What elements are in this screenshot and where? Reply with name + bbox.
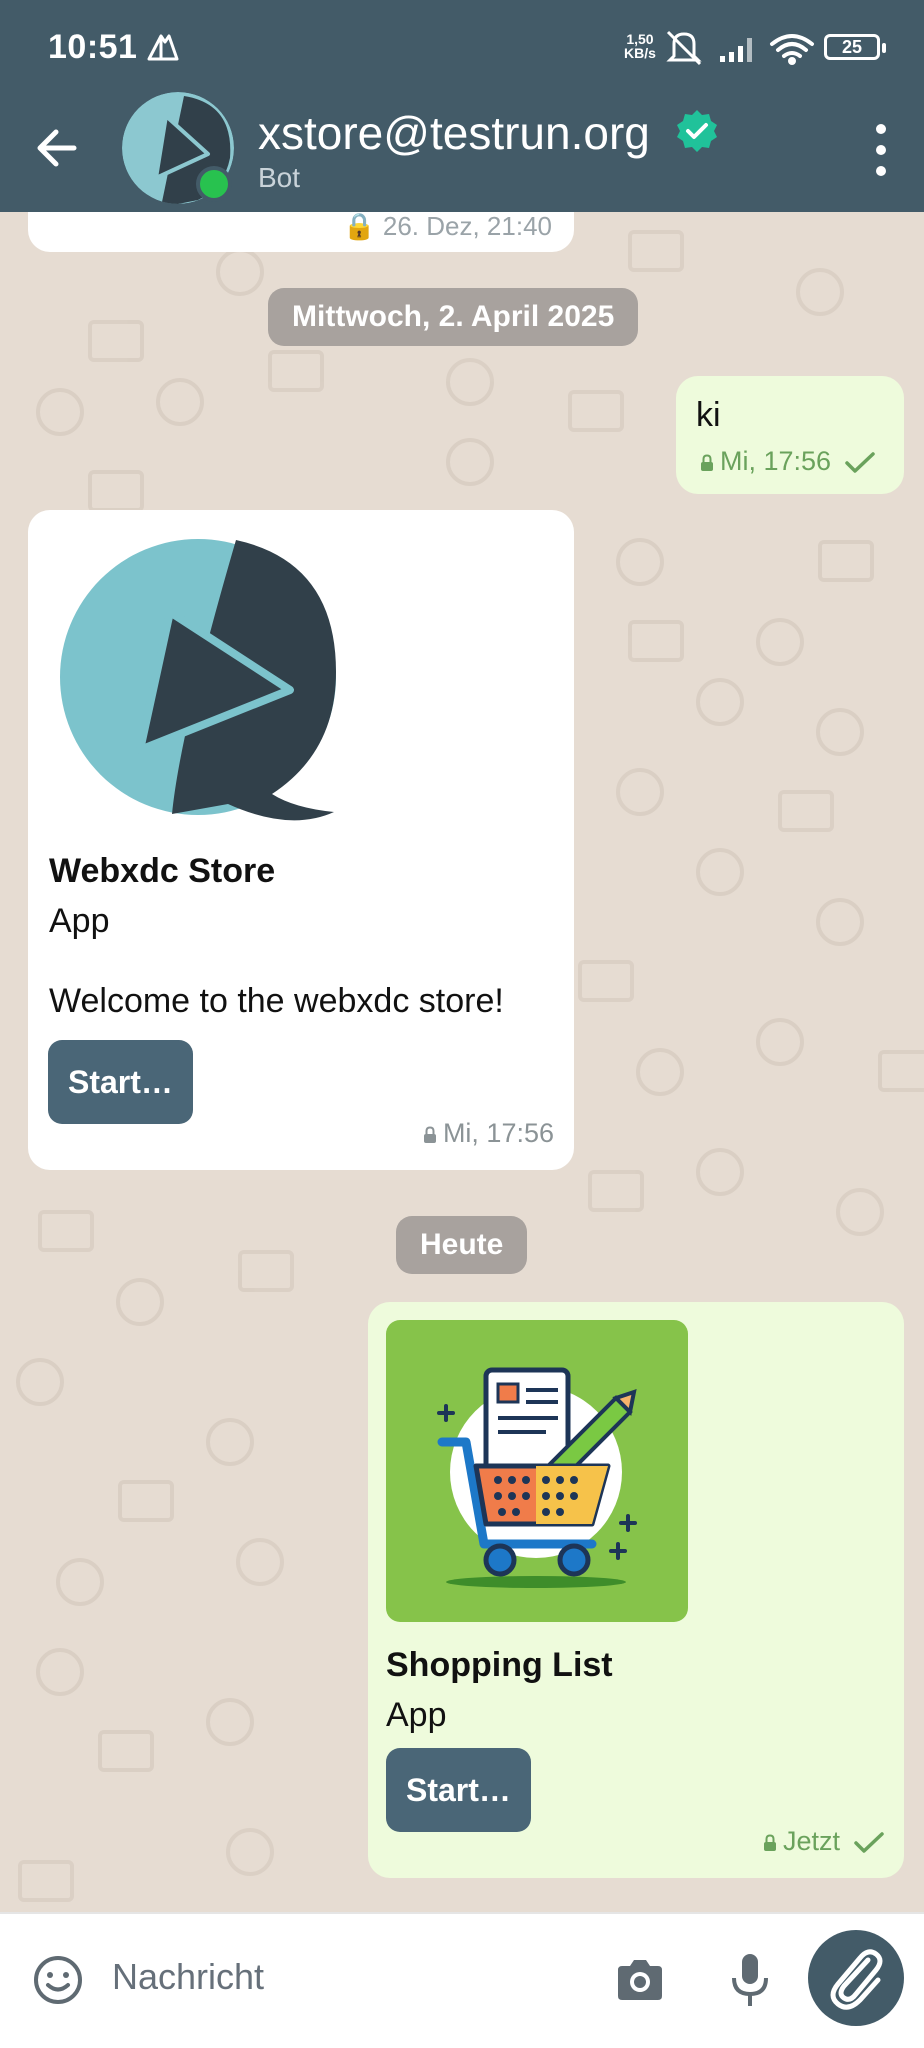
message-text: ki [696, 396, 721, 434]
previous-message-bubble[interactable]: 🔒 26. Dez, 21:40 [28, 212, 574, 252]
mute-icon [666, 30, 702, 66]
battery-icon: 25 [824, 34, 886, 60]
clock: 10:51 [48, 28, 138, 66]
webxdc-store-logo [60, 539, 336, 821]
card-subtitle: App [386, 1696, 447, 1734]
lock-icon [423, 1126, 436, 1143]
attach-button[interactable] [808, 1930, 904, 2026]
message-meta: Jetzt [763, 1826, 884, 1857]
message-meta: Mi, 17:56 [423, 1118, 554, 1149]
incoming-app-card[interactable]: Webxdc Store App Welcome to the webxdc s… [28, 510, 574, 1170]
card-title: Webxdc Store [49, 852, 276, 890]
wifi-icon [770, 34, 814, 65]
shopping-list-app-icon [386, 1320, 688, 1622]
network-speed: 1,50 KB/s [624, 32, 656, 60]
shopping-cart-icon [437, 1367, 637, 1588]
back-arrow-icon[interactable] [30, 120, 86, 176]
message-time: Mi, 17:56 [442, 1118, 554, 1148]
chat-subtitle: Bot [258, 162, 301, 193]
lock-icon [763, 1834, 776, 1851]
checkmark-icon [845, 452, 875, 473]
top-bar: 10:51 1,50 KB/s 25 xstore@testrun.org Bo… [0, 0, 924, 212]
speed-value: 1,50 [626, 31, 654, 47]
message-meta: 🔒 26. Dez, 21:40 [343, 212, 552, 241]
start-app-button[interactable]: Start… [48, 1040, 193, 1124]
start-app-button[interactable]: Start… [386, 1748, 531, 1832]
checkmark-icon [854, 1832, 884, 1853]
message-list[interactable]: 🔒 26. Dez, 21:40 Mittwoch, 2. April 2025… [0, 212, 924, 1912]
signal-icon [720, 38, 752, 62]
message-time: Mi, 17:56 [720, 446, 832, 476]
status-bar: 10:51 1,50 KB/s 25 [0, 0, 924, 92]
chat-title[interactable]: xstore@testrun.org [258, 106, 650, 160]
message-input[interactable]: Nachricht [112, 1956, 264, 1998]
microphone-icon[interactable] [730, 1952, 770, 2008]
speed-unit: KB/s [624, 45, 656, 61]
message-meta: Mi, 17:56 [700, 446, 875, 477]
emoji-icon[interactable] [32, 1954, 84, 2006]
card-title: Shopping List [386, 1646, 613, 1684]
online-indicator [196, 166, 232, 202]
message-text: Welcome to the webxdc store! [49, 982, 504, 1020]
date-separator: Mittwoch, 2. April 2025 [268, 288, 639, 346]
outgoing-app-card[interactable]: Shopping List App Start… Jetzt [368, 1302, 904, 1878]
date-separator: Heute [396, 1216, 528, 1274]
message-composer: Nachricht [0, 1912, 924, 2048]
lock-icon [701, 454, 713, 471]
app-bar: xstore@testrun.org Bot [0, 92, 924, 212]
more-vert-icon[interactable] [866, 120, 896, 180]
camera-icon[interactable] [614, 1956, 666, 2004]
verified-badge-icon [677, 110, 717, 152]
message-time: Jetzt [782, 1826, 840, 1856]
mountain-icon [147, 34, 179, 61]
card-subtitle: App [49, 902, 110, 940]
paperclip-icon [830, 1949, 883, 2010]
outgoing-message-bubble[interactable]: ki Mi, 17:56 [676, 376, 904, 494]
